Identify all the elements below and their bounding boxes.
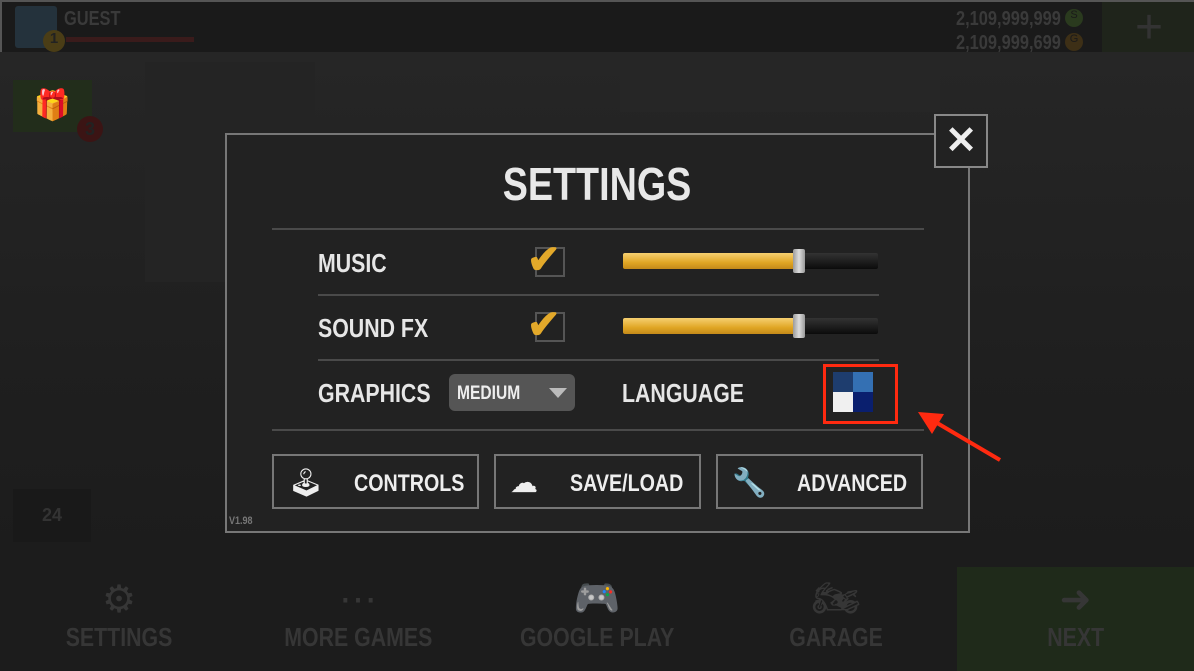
player-name: GUEST xyxy=(64,8,121,30)
graphics-label: GRAPHICS xyxy=(318,378,431,408)
music-volume-slider[interactable] xyxy=(623,249,878,273)
soundfx-volume-fill xyxy=(623,318,799,334)
music-volume-fill xyxy=(623,253,799,269)
silver-amount: 2,109,999,999 xyxy=(956,8,1061,30)
gamepad-icon: 🎮 xyxy=(573,578,621,620)
close-icon: ✕ xyxy=(945,120,977,162)
graphics-value: MEDIUM xyxy=(457,383,521,404)
soundfx-label: SOUND FX xyxy=(318,313,429,343)
nav-settings[interactable]: ⚙ SETTINGS xyxy=(0,567,238,671)
advanced-button[interactable]: 🔧 ADVANCED xyxy=(716,454,923,509)
gold-coin-icon: G xyxy=(1065,33,1083,51)
timer-24-icon: 24 xyxy=(41,505,63,525)
checkmark-icon: ✔ xyxy=(527,238,561,282)
nav-next[interactable]: ➜ NEXT xyxy=(957,567,1194,671)
silver-coin-icon: S xyxy=(1065,9,1083,27)
wrench-icon: 🔧 xyxy=(732,467,767,498)
soundfx-volume-slider[interactable] xyxy=(623,314,878,338)
graphics-dropdown[interactable]: MEDIUM xyxy=(449,374,575,411)
gift-count-badge: 3 xyxy=(77,116,103,142)
language-label: LANGUAGE xyxy=(622,378,745,408)
timer-reward-button[interactable]: 24 xyxy=(13,489,91,542)
top-bar: 1 GUEST 2,109,999,999 S 2,109,999,699 G … xyxy=(0,0,1194,54)
flag-icon xyxy=(833,372,873,412)
chevron-down-icon xyxy=(549,388,567,398)
gear-icon: ⚙ xyxy=(101,579,137,621)
version-label: V1.98 xyxy=(229,515,253,527)
cloud-upload-icon: ☁ xyxy=(510,467,538,498)
arrow-right-icon: ➜ xyxy=(1059,579,1092,621)
settings-title: SETTINGS xyxy=(503,158,692,210)
settings-dialog: SETTINGS MUSIC ✔ SOUND FX ✔ GRAPHICS MED… xyxy=(225,133,970,533)
motorcycle-icon: 🏍 xyxy=(811,578,861,620)
nav-garage[interactable]: 🏍 GARAGE xyxy=(717,567,955,671)
soundfx-volume-handle[interactable] xyxy=(792,314,805,338)
controls-button[interactable]: 🕹 CONTROLS xyxy=(272,454,479,509)
xp-bar xyxy=(66,37,194,42)
music-checkbox[interactable]: ✔ xyxy=(527,238,565,282)
close-button[interactable]: ✕ xyxy=(934,114,988,168)
joystick-icon: 🕹 xyxy=(288,467,324,498)
level-badge: 1 xyxy=(43,30,65,52)
nav-google-play[interactable]: 🎮 GOOGLE PLAY xyxy=(478,567,716,671)
annotation-arrow xyxy=(918,412,1002,462)
soundfx-checkbox[interactable]: ✔ xyxy=(527,303,565,347)
save-load-button[interactable]: ☁ SAVE/LOAD xyxy=(494,454,701,509)
more-icon: ⋯ xyxy=(339,579,377,621)
add-currency-button[interactable]: + xyxy=(1102,2,1194,54)
checkmark-icon: ✔ xyxy=(527,303,561,347)
music-volume-handle[interactable] xyxy=(792,249,805,273)
language-flag-button[interactable] xyxy=(823,364,898,424)
nav-more-games[interactable]: ⋯ MORE GAMES xyxy=(239,567,477,671)
music-label: MUSIC xyxy=(318,248,387,278)
